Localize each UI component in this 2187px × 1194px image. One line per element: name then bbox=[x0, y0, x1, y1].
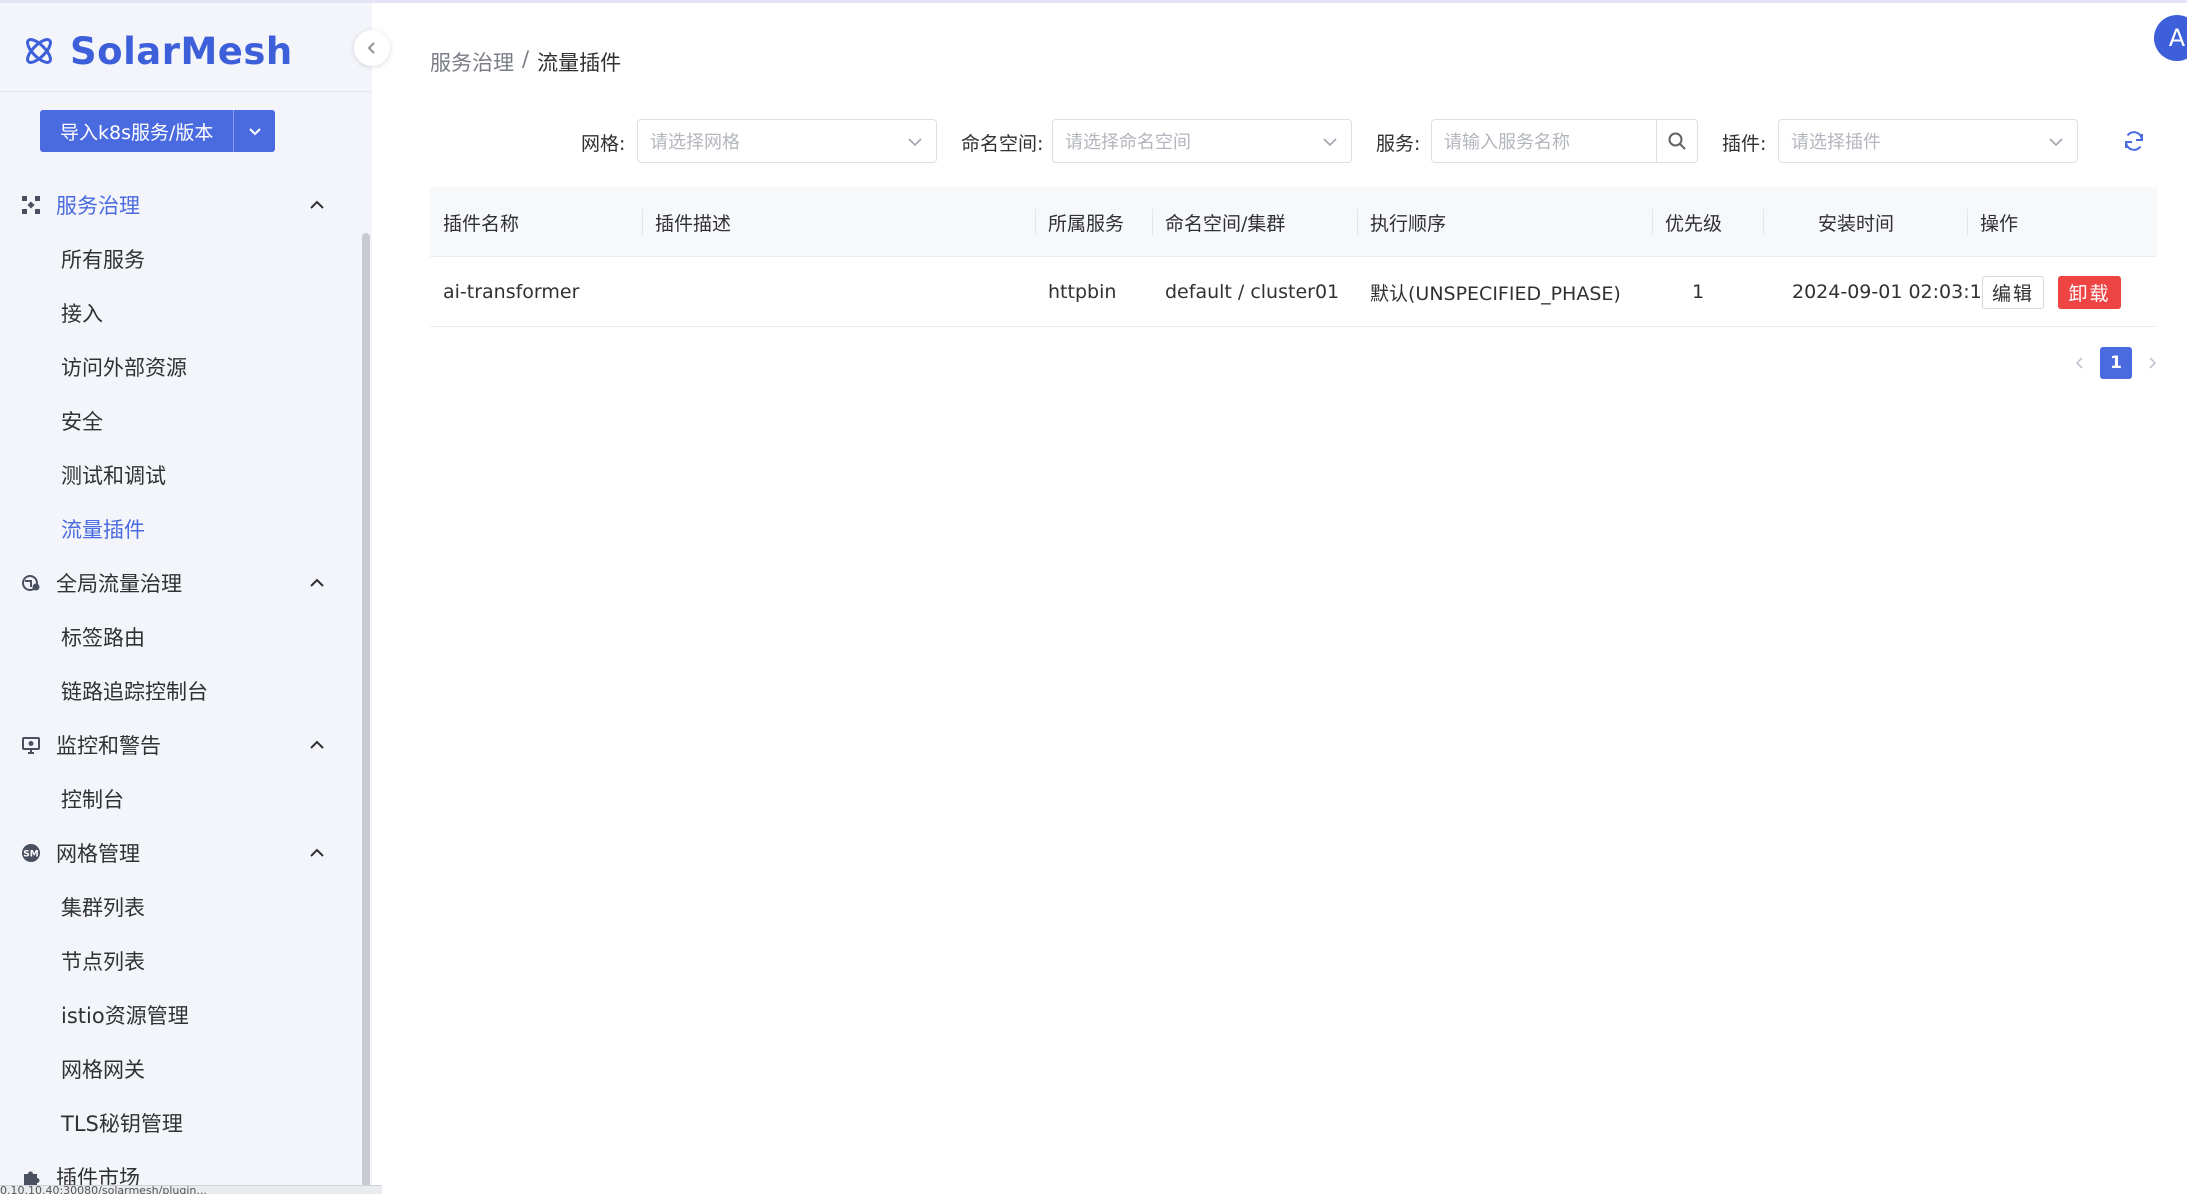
user-avatar[interactable]: A bbox=[2154, 15, 2187, 61]
browser-status-url: 0.10.10.40:30080/solarmesh/plugin... bbox=[0, 1185, 382, 1194]
page-number-current[interactable]: 1 bbox=[2100, 347, 2132, 379]
namespace-select-placeholder: 请选择命名空间 bbox=[1065, 132, 1191, 153]
main-content: 服务治理 / 流量插件 A 网格: 请选择网格 命名空间: 请选择命名空间 服务… bbox=[372, 3, 2187, 1194]
cell-install-time: 2024-09-01 02:03:18 bbox=[1792, 281, 1994, 303]
chevron-left-icon bbox=[367, 42, 375, 54]
pagination: 1 bbox=[2072, 347, 2160, 379]
table-row: ai-transformer httpbin default / cluster… bbox=[430, 257, 2157, 327]
column-header-plugin-name: 插件名称 bbox=[443, 212, 520, 235]
menu-group-label: 网格管理 bbox=[56, 842, 140, 866]
plugin-filter-label: 插件: bbox=[1722, 133, 1767, 155]
mesh-select-placeholder: 请选择网格 bbox=[650, 132, 740, 153]
chevron-up-icon bbox=[310, 200, 324, 209]
sidebar-scrollbar[interactable] bbox=[362, 233, 370, 1194]
menu-group-global-traffic[interactable]: 全局流量治理 bbox=[0, 556, 372, 610]
solarmesh-logo-icon bbox=[26, 38, 52, 64]
services-grid-icon bbox=[20, 194, 42, 216]
chevron-down-icon bbox=[2049, 138, 2063, 147]
service-search-button[interactable] bbox=[1656, 119, 1698, 163]
sidebar-item-external-resources[interactable]: 访问外部资源 bbox=[0, 340, 372, 394]
sidebar-menu: 服务治理 所有服务 接入 访问外部资源 安全 测试和调试 流量插件 全局流量治理… bbox=[0, 178, 372, 1194]
filter-bar: 网格: 请选择网格 命名空间: 请选择命名空间 服务: 请输入服务名称 插件: … bbox=[372, 119, 2187, 163]
sidebar-item-node-list[interactable]: 节点列表 bbox=[0, 934, 372, 988]
sidebar-item-test-debug[interactable]: 测试和调试 bbox=[0, 448, 372, 502]
import-k8s-service-button[interactable]: 导入k8s服务/版本 bbox=[40, 110, 234, 152]
logo-divider bbox=[0, 91, 372, 92]
chevron-down-icon bbox=[908, 138, 922, 147]
service-search-input[interactable]: 请输入服务名称 bbox=[1431, 119, 1657, 163]
mesh-filter-label: 网格: bbox=[581, 133, 626, 155]
app-name: SolarMesh bbox=[70, 29, 293, 73]
breadcrumb-current: 流量插件 bbox=[537, 51, 622, 75]
menu-group-mesh-management[interactable]: SM 网格管理 bbox=[0, 826, 372, 880]
cell-plugin-name: ai-transformer bbox=[443, 281, 580, 303]
column-header-service: 所属服务 bbox=[1035, 187, 1124, 257]
cell-priority: 1 bbox=[1692, 281, 1705, 303]
service-search-placeholder: 请输入服务名称 bbox=[1444, 132, 1570, 153]
breadcrumb-separator: / bbox=[522, 47, 530, 71]
menu-group-service-governance[interactable]: 服务治理 bbox=[0, 178, 372, 232]
column-header-order: 执行顺序 bbox=[1357, 187, 1446, 257]
global-traffic-icon bbox=[20, 572, 42, 594]
app-logo[interactable]: SolarMesh bbox=[22, 21, 293, 81]
cell-order: 默认(UNSPECIFIED_PHASE) bbox=[1370, 282, 1621, 305]
table-header: 插件名称 插件描述 所属服务 命名空间/集群 执行顺序 优先级 安装时间 操作 bbox=[430, 187, 2157, 257]
mesh-select[interactable]: 请选择网格 bbox=[637, 119, 937, 163]
menu-group-label: 监控和警告 bbox=[56, 734, 161, 758]
menu-group-label: 服务治理 bbox=[56, 194, 140, 218]
column-header-priority: 优先级 bbox=[1652, 187, 1722, 257]
svg-text:SM: SM bbox=[23, 850, 38, 860]
import-service-button-group: 导入k8s服务/版本 bbox=[40, 110, 276, 152]
plugin-select-placeholder: 请选择插件 bbox=[1791, 132, 1881, 153]
cell-namespace-cluster: default / cluster01 bbox=[1165, 281, 1340, 303]
chevron-up-icon bbox=[310, 848, 324, 857]
sidebar-item-tag-routing[interactable]: 标签路由 bbox=[0, 610, 372, 664]
breadcrumb-parent[interactable]: 服务治理 bbox=[430, 47, 514, 77]
column-header-description: 插件描述 bbox=[642, 187, 731, 257]
edit-button[interactable]: 编辑 bbox=[1982, 276, 2044, 309]
search-icon bbox=[1668, 132, 1686, 150]
chevron-up-icon bbox=[310, 578, 324, 587]
menu-group-monitoring[interactable]: 监控和警告 bbox=[0, 718, 372, 772]
prev-page-icon[interactable] bbox=[2072, 355, 2088, 371]
import-dropdown-button[interactable] bbox=[233, 110, 276, 152]
menu-group-label: 全局流量治理 bbox=[56, 572, 182, 596]
plugin-select[interactable]: 请选择插件 bbox=[1778, 119, 2078, 163]
sidebar: SolarMesh 导入k8s服务/版本 服务治理 所有服务 接入 访问外部资源… bbox=[0, 3, 372, 1194]
refresh-icon[interactable] bbox=[2122, 129, 2146, 153]
namespace-filter-label: 命名空间: bbox=[961, 133, 1044, 155]
sidebar-item-istio-resources[interactable]: istio资源管理 bbox=[0, 988, 372, 1042]
sidebar-item-console[interactable]: 控制台 bbox=[0, 772, 372, 826]
monitor-icon bbox=[20, 734, 42, 756]
sidebar-item-tls-secrets[interactable]: TLS秘钥管理 bbox=[0, 1096, 372, 1150]
sidebar-item-access[interactable]: 接入 bbox=[0, 286, 372, 340]
sidebar-item-mesh-gateway[interactable]: 网格网关 bbox=[0, 1042, 372, 1096]
sidebar-collapse-button[interactable] bbox=[354, 30, 390, 66]
uninstall-button[interactable]: 卸载 bbox=[2058, 276, 2121, 309]
column-header-install-time: 安装时间 bbox=[1763, 187, 1894, 257]
plugin-table: 插件名称 插件描述 所属服务 命名空间/集群 执行顺序 优先级 安装时间 操作 … bbox=[430, 187, 2157, 327]
sidebar-item-security[interactable]: 安全 bbox=[0, 394, 372, 448]
sidebar-item-tracing-console[interactable]: 链路追踪控制台 bbox=[0, 664, 372, 718]
column-header-actions: 操作 bbox=[1967, 187, 2018, 257]
chevron-down-icon bbox=[1323, 138, 1337, 147]
sidebar-item-cluster-list[interactable]: 集群列表 bbox=[0, 880, 372, 934]
column-header-namespace-cluster: 命名空间/集群 bbox=[1152, 187, 1285, 257]
chevron-down-icon bbox=[249, 128, 261, 136]
service-filter-label: 服务: bbox=[1376, 133, 1421, 155]
cell-service: httpbin bbox=[1048, 281, 1117, 303]
next-page-icon[interactable] bbox=[2144, 355, 2160, 371]
mesh-sm-icon: SM bbox=[20, 842, 42, 864]
sidebar-item-traffic-plugins[interactable]: 流量插件 bbox=[0, 502, 372, 556]
chevron-up-icon bbox=[310, 740, 324, 749]
namespace-select[interactable]: 请选择命名空间 bbox=[1052, 119, 1352, 163]
breadcrumb: 服务治理 / 流量插件 bbox=[430, 47, 621, 77]
sidebar-item-all-services[interactable]: 所有服务 bbox=[0, 232, 372, 286]
